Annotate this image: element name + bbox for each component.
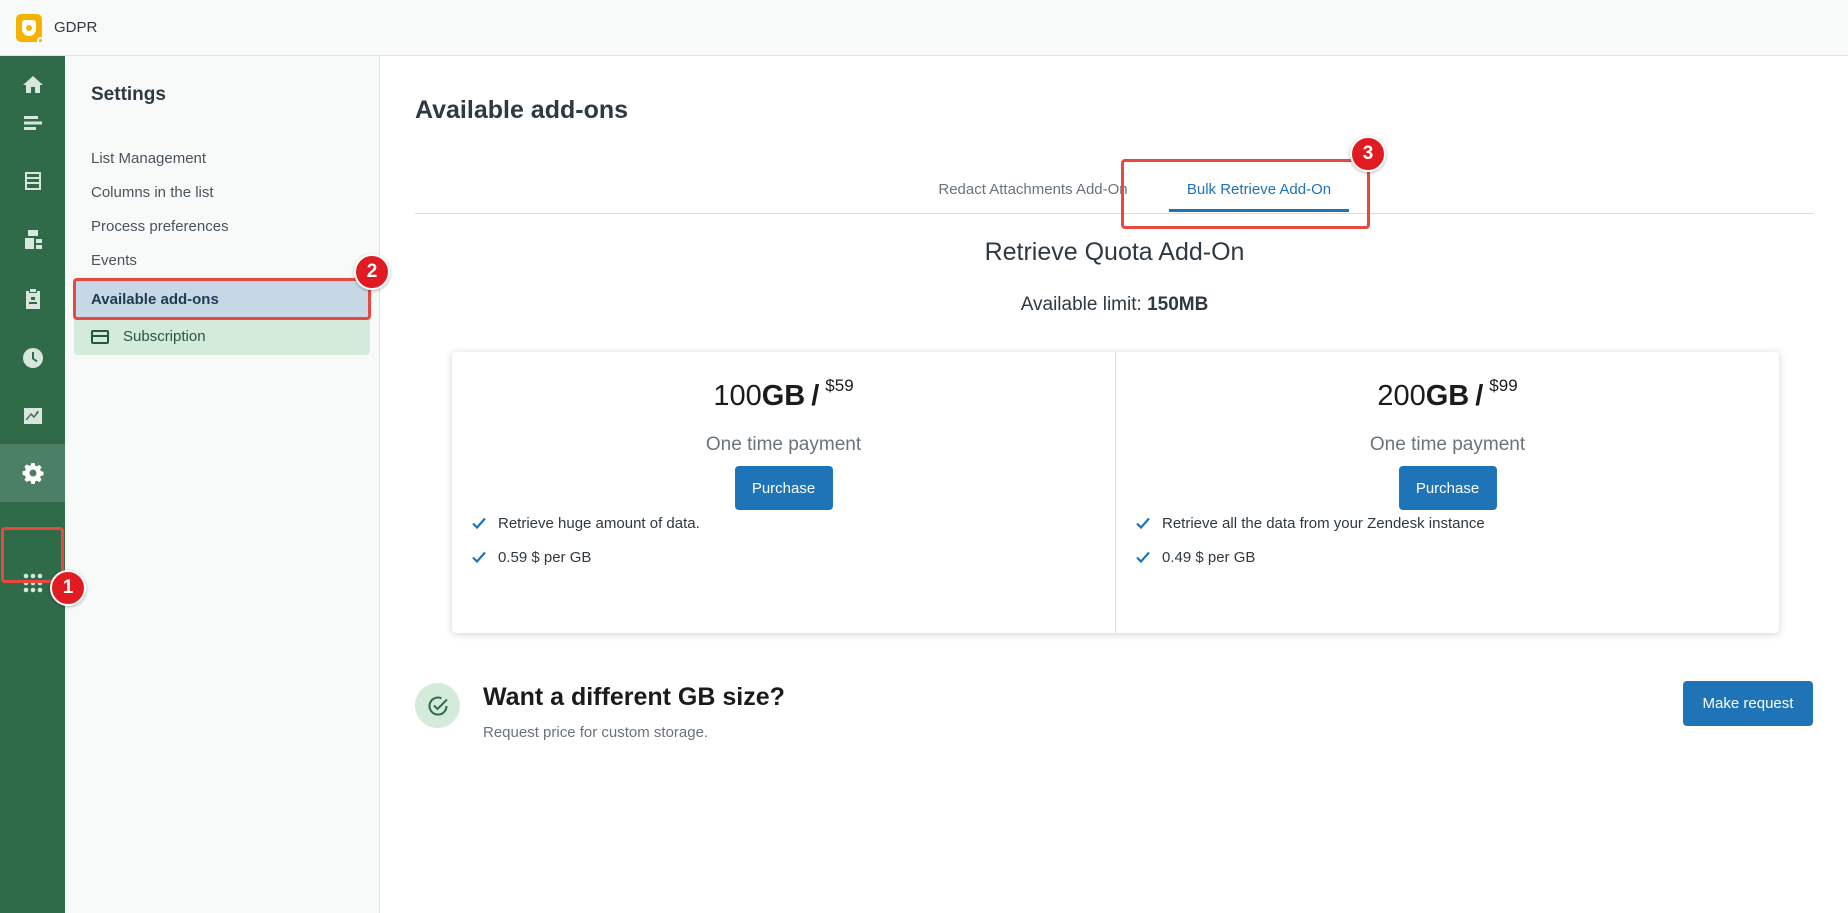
plan-feature-text: Retrieve all the data from your Zendesk … [1162, 514, 1485, 532]
check-icon [1136, 551, 1150, 564]
rail-settings[interactable] [0, 444, 65, 502]
settings-item-subscription[interactable]: Subscription [74, 318, 370, 355]
main-content: Available add-ons Redact Attachments Add… [381, 56, 1848, 913]
plan-separator: / [1475, 380, 1484, 412]
users-icon [24, 230, 42, 249]
check-icon [472, 517, 486, 530]
plan-feature: Retrieve huge amount of data. [472, 513, 700, 533]
plan-feature: 0.59 $ per GB [472, 547, 591, 567]
available-limit-value: 150MB [1147, 294, 1209, 315]
chart-icon [23, 408, 42, 424]
highlight-available-addons [73, 278, 371, 320]
step-badge-1: 1 [50, 570, 86, 606]
plans-card: 100GB / $59 One time payment Purchase Retr… [452, 352, 1779, 633]
plan-payment-type: One time payment [1369, 434, 1526, 455]
settings-item-events[interactable]: Events [74, 242, 370, 279]
plan-amount: 200 [1377, 380, 1426, 412]
plan-feature-text: Retrieve huge amount of data. [498, 514, 700, 532]
make-request-button[interactable]: Make request [1683, 681, 1813, 726]
gdpr-shield-icon [16, 14, 44, 44]
rail-users[interactable] [0, 211, 65, 269]
custom-size-subtitle: Request price for custom storage. [483, 724, 709, 741]
credit-card-icon [91, 329, 109, 344]
plan-card: 200GB / $99 One time payment Purchase Retr… [1115, 352, 1779, 633]
page-title: Available add-ons [415, 96, 629, 124]
plan-feature: 0.49 $ per GB [1136, 547, 1255, 567]
check-circle-icon [415, 683, 460, 728]
highlight-bulk-retrieve-tab [1121, 159, 1370, 229]
settings-title: Settings [91, 84, 166, 105]
plan-separator: / [811, 380, 820, 412]
settings-item-columns[interactable]: Columns in the list [74, 174, 370, 211]
available-limit-label: Available limit: [1020, 294, 1142, 315]
plan-feature: Retrieve all the data from your Zendesk … [1136, 513, 1485, 533]
rail-history[interactable] [0, 329, 65, 387]
step-badge-2: 2 [354, 254, 390, 290]
plan-price: 200GB / $99 [1116, 376, 1779, 413]
rail-list[interactable] [0, 94, 65, 152]
settings-item-list-management[interactable]: List Management [74, 140, 370, 177]
clipboard-icon [25, 289, 40, 309]
custom-size-title: Want a different GB size? [483, 683, 785, 711]
plan-unit: GB [1425, 380, 1470, 412]
plan-payment-type: One time payment [705, 434, 862, 455]
gear-icon [22, 463, 43, 484]
plan-amount: 100 [713, 380, 762, 412]
app-title: GDPR [54, 19, 98, 36]
rail-reports[interactable] [0, 387, 65, 445]
custom-size-section: Want a different GB size? Request price … [415, 681, 1813, 751]
quota-title: Retrieve Quota Add-On [984, 238, 1245, 266]
step-badge-3: 3 [1350, 136, 1386, 172]
tab-redact-attachments[interactable]: Redact Attachments Add-On [933, 164, 1133, 214]
top-bar: GDPR [0, 0, 1848, 56]
subscription-label: Subscription [123, 328, 206, 345]
plan-card: 100GB / $59 One time payment Purchase Retr… [452, 352, 1115, 633]
purchase-button[interactable]: Purchase [734, 466, 833, 510]
check-icon [1136, 517, 1150, 530]
inbox-icon [24, 172, 41, 190]
list-icon [23, 116, 42, 130]
purchase-button[interactable]: Purchase [1398, 466, 1497, 510]
check-icon [472, 551, 486, 564]
plan-feature-text: 0.59 $ per GB [498, 548, 592, 566]
rail-inbox[interactable] [0, 152, 65, 210]
plan-feature-text: 0.49 $ per GB [1162, 548, 1256, 566]
rail-clipboard[interactable] [0, 270, 65, 328]
addon-tabs: Redact Attachments Add-On Bulk Retrieve … [415, 164, 1813, 214]
clock-icon [22, 348, 43, 368]
available-limit: Available limit: 150MB [381, 294, 1848, 316]
settings-sidebar: Settings List Management Columns in the … [65, 56, 380, 913]
plan-cost: $99 [1489, 376, 1518, 395]
left-rail-nav [0, 56, 65, 913]
settings-item-process-preferences[interactable]: Process preferences [74, 208, 370, 245]
plan-unit: GB [761, 380, 806, 412]
plan-cost: $59 [825, 376, 854, 395]
plan-price: 100GB / $59 [452, 376, 1115, 413]
